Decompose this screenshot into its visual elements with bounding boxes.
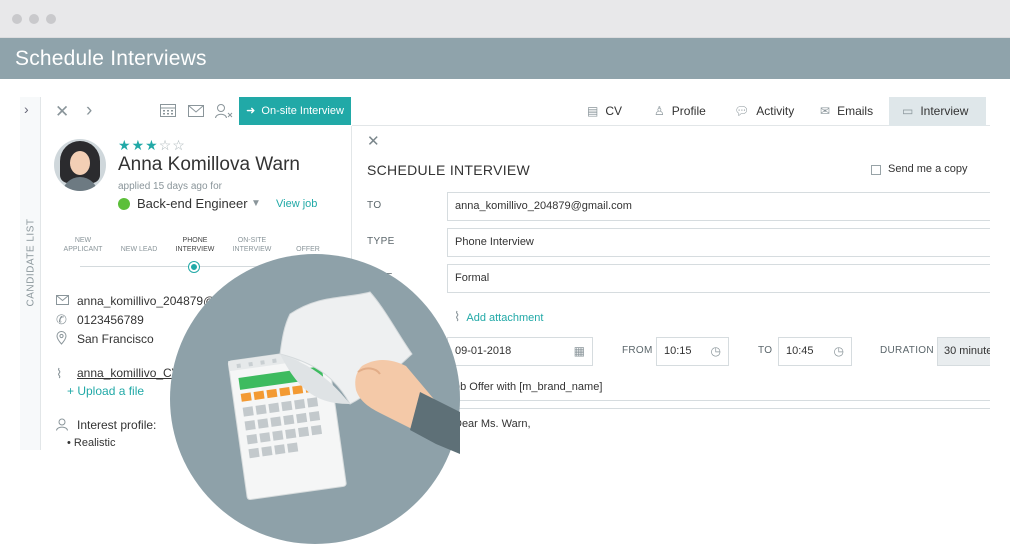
tab-interview[interactable]: ▭ Interview [889, 97, 986, 126]
candidate-phone[interactable]: 0123456789 [77, 313, 144, 327]
candidate-name: Anna Komillova Warn [118, 154, 300, 175]
duration-select[interactable]: 30 minutes [937, 337, 990, 366]
message-body[interactable]: Dear Ms. Warn, [447, 408, 990, 438]
chevron-right-icon[interactable]: › [24, 101, 29, 117]
star-empty-icon[interactable]: ☆ [172, 137, 186, 153]
envelope-icon: ✉ [820, 104, 831, 118]
interview-icon: ▭ [902, 104, 914, 118]
window-dot [29, 14, 39, 24]
template-field[interactable]: Formal [447, 264, 990, 293]
tab-activity[interactable]: 💬︎ Activity [734, 97, 800, 126]
interest-profile-value: • Realistic [67, 437, 116, 449]
job-status-dot [118, 198, 130, 210]
duration-label: DURATION [880, 345, 934, 356]
upload-file-link[interactable]: + Upload a file [67, 384, 144, 398]
user-icon [56, 418, 68, 434]
window-dot [46, 14, 56, 24]
stage-onsite-interview[interactable]: ON-SITE INTERVIEW [224, 236, 280, 254]
star-icon[interactable]: ★ [132, 137, 146, 153]
type-field[interactable]: Phone Interview [447, 228, 990, 257]
tab-label: CV [605, 104, 623, 118]
window-chrome [0, 0, 1010, 38]
location-pin-icon [56, 331, 67, 348]
envelope-icon [56, 294, 69, 308]
type-label: TYPE [367, 236, 395, 247]
tab-label: Activity [756, 104, 795, 118]
send-copy-label: Send me a copy [888, 163, 968, 175]
banner-title: Schedule Interviews [15, 47, 207, 70]
stage-phone-interview[interactable]: PHONE INTERVIEW [167, 236, 223, 254]
caret-down-icon[interactable]: ▼ [251, 198, 261, 209]
tab-label: Emails [837, 104, 874, 118]
to-field[interactable]: anna_komillivo_204879@gmail.com [447, 192, 990, 221]
tab-cv[interactable]: ▤ CV [587, 97, 637, 126]
tab-emails[interactable]: ✉ Emails [820, 97, 880, 126]
user-icon: ♙ [654, 104, 665, 118]
user-remove-icon[interactable] [215, 103, 233, 121]
tab-profile[interactable]: ♙ Profile [654, 97, 716, 126]
banner: Schedule Interviews [0, 38, 1010, 79]
app-window: Schedule Interviews › CANDIDATE LIST ✕ ›… [0, 0, 1010, 550]
close-icon[interactable]: ✕ [55, 103, 69, 120]
chat-icon: 💬︎ [734, 104, 750, 118]
stage-new-applicant[interactable]: NEW APPLICANT [55, 236, 111, 254]
arrow-right-icon: ➜ [246, 105, 262, 117]
onsite-interview-button[interactable]: ➜ On-site Interview [239, 97, 351, 125]
date-value: 09-01-2018 [455, 345, 512, 357]
cv-icon: ▤ [587, 104, 599, 118]
send-copy-checkbox[interactable] [871, 165, 881, 175]
chevron-right-icon[interactable]: › [86, 101, 92, 120]
candidate-list-strip[interactable]: › CANDIDATE LIST [20, 97, 41, 450]
schedule-title: SCHEDULE INTERVIEW [367, 162, 531, 178]
subject-field[interactable]: ob Offer with [m_brand_name] [447, 373, 990, 401]
interest-profile-label: Interest profile: [77, 418, 157, 432]
add-attachment-link[interactable]: ⌇ Add attachment [454, 309, 543, 325]
candidate-list-label: CANDIDATE LIST [25, 218, 37, 307]
view-job-link[interactable]: View job [276, 198, 317, 210]
stage-new-lead[interactable]: NEW LEAD [111, 245, 167, 254]
to-label: TO [367, 200, 382, 211]
onsite-interview-label: On-site Interview [261, 105, 344, 117]
avatar [54, 139, 106, 191]
tab-label: Interview [920, 104, 969, 118]
paperclip-icon: ⌇ [56, 366, 63, 381]
clock-icon[interactable]: ◷ [711, 338, 721, 365]
from-label: FROM [622, 345, 653, 356]
applied-text: applied 15 days ago for [118, 181, 222, 192]
calendar-hand-illustration [170, 254, 460, 544]
window-dot [12, 14, 22, 24]
phone-icon: ✆ [56, 312, 67, 327]
close-icon[interactable]: ✕ [367, 132, 380, 150]
from-time-field[interactable]: 10:15 ◷ [656, 337, 729, 366]
candidate-location: San Francisco [77, 332, 154, 346]
to-time-value: 10:45 [786, 345, 814, 357]
clock-icon[interactable]: ◷ [834, 338, 844, 365]
envelope-icon[interactable] [188, 105, 204, 119]
job-title[interactable]: Back-end Engineer [137, 196, 248, 211]
calendar-icon[interactable] [160, 104, 176, 119]
stage-offer[interactable]: OFFER [280, 245, 336, 254]
cv-file-link[interactable]: anna_komillivo_CV [77, 366, 180, 380]
from-time-value: 10:15 [664, 345, 692, 357]
tab-label: Profile [671, 104, 706, 118]
to-time-field[interactable]: 10:45 ◷ [778, 337, 852, 366]
star-icon[interactable]: ★ [145, 137, 159, 153]
date-field[interactable]: 09-01-2018 ▦ [447, 337, 593, 366]
to-time-label: TO [758, 345, 773, 356]
rating-stars[interactable]: ★★★☆☆ [118, 137, 186, 154]
star-icon[interactable]: ★ [118, 137, 132, 153]
add-attachment-label: Add attachment [466, 312, 544, 324]
calendar-icon[interactable]: ▦ [574, 338, 585, 365]
star-empty-icon[interactable]: ☆ [159, 137, 173, 153]
